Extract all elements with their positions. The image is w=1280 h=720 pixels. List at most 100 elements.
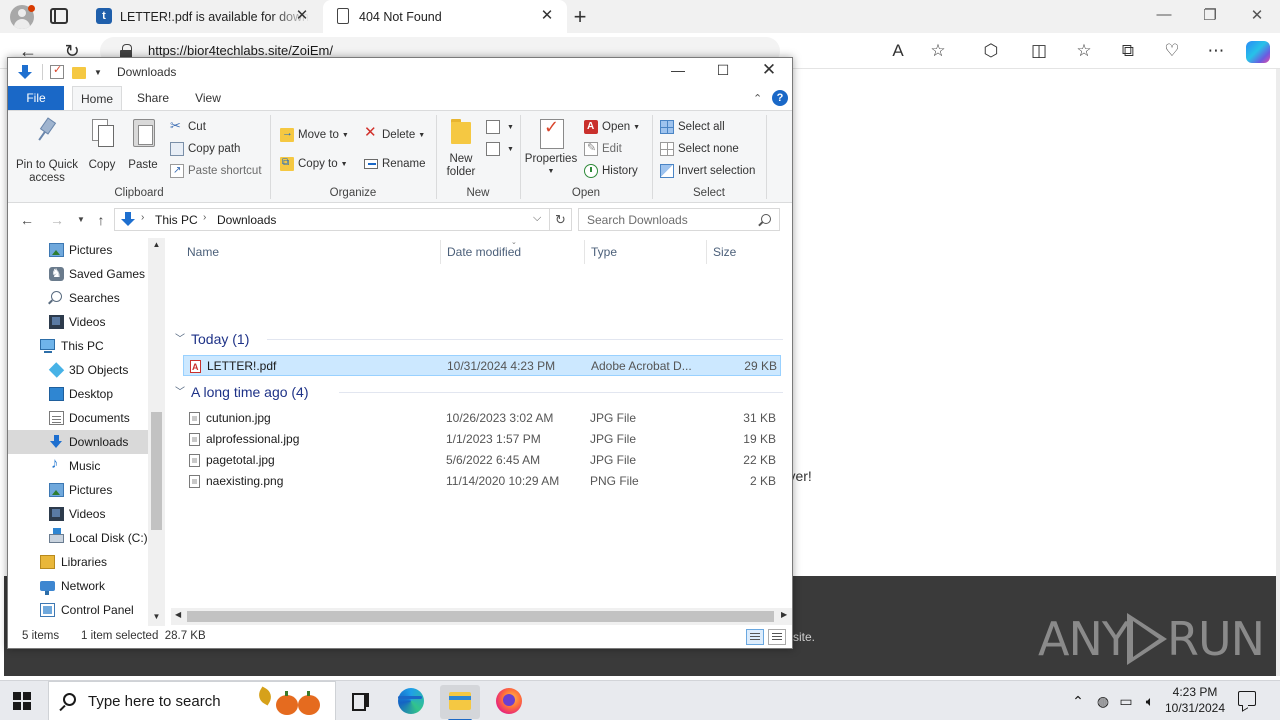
file-row[interactable]: pagetotal.jpg 5/6/2022 6:45 AM JPG File … (183, 450, 781, 471)
show-hidden-icons-icon[interactable]: ⌃ (1069, 692, 1087, 710)
rename-button[interactable]: Rename (364, 156, 425, 172)
nav-item-music[interactable]: Music (8, 452, 148, 478)
more-menu-icon[interactable]: ⋯ (1206, 42, 1226, 60)
collapse-ribbon-icon[interactable]: ⌃ (753, 92, 762, 105)
easy-access-button[interactable]: ▼ (486, 141, 514, 158)
favorites-icon[interactable]: ☆ (1074, 42, 1094, 60)
search-icon[interactable] (761, 214, 771, 224)
recent-locations-icon[interactable]: ▼ (72, 210, 90, 230)
nav-item-this-pc[interactable]: This PC (8, 334, 148, 358)
file-row[interactable]: alprofessional.jpg 1/1/2023 1:57 PM JPG … (183, 429, 781, 450)
history-button[interactable]: History (584, 163, 638, 179)
details-view-icon[interactable] (746, 629, 764, 645)
column-name[interactable]: Name (181, 240, 441, 264)
select-all-button[interactable]: Select all (660, 119, 725, 135)
task-view-icon[interactable] (340, 685, 380, 719)
read-aloud-icon[interactable]: A (888, 42, 908, 60)
nav-item-downloads[interactable]: Downloads (8, 430, 148, 454)
up-one-level-icon[interactable]: ↑ (92, 210, 110, 230)
column-size[interactable]: Size (707, 240, 783, 264)
windows-start-icon[interactable] (13, 692, 31, 710)
help-icon[interactable]: ? (772, 90, 788, 106)
lock-icon[interactable] (120, 44, 132, 58)
properties-quick-icon[interactable] (50, 63, 64, 79)
edge-browser-icon[interactable] (390, 685, 430, 719)
scroll-right-icon[interactable]: ▶ (781, 610, 787, 619)
scrollbar-thumb[interactable] (151, 412, 162, 530)
select-none-button[interactable]: Select none (660, 141, 739, 157)
column-type[interactable]: Type (585, 240, 707, 264)
url-text[interactable]: https://bior4techlabs.site/ZoiEm/ (148, 43, 333, 58)
search-highlight-pumpkin-icon[interactable] (255, 686, 332, 717)
clock[interactable]: 4:23 PM 10/31/2024 (1160, 684, 1230, 716)
split-screen-icon[interactable]: ◫ (1029, 42, 1049, 60)
new-folder-quick-icon[interactable] (72, 67, 86, 79)
customize-toolbar-icon[interactable]: ▼ (94, 68, 102, 77)
copy-path-button[interactable]: Copy path (170, 141, 240, 157)
firefox-icon[interactable] (488, 685, 528, 719)
nav-item-3d-objects[interactable]: 3D Objects (8, 358, 148, 382)
invert-selection-button[interactable]: Invert selection (660, 163, 755, 179)
file-row[interactable]: cutunion.jpg 10/26/2023 3:02 AM JPG File… (183, 408, 781, 429)
notifications-icon[interactable] (1238, 691, 1256, 706)
browser-minimize-icon[interactable]: — (1152, 6, 1176, 23)
column-date-modified[interactable]: Date modified (441, 240, 585, 264)
file-list-horizontal-scrollbar[interactable]: ◀ ▶ (171, 608, 792, 625)
network-status-icon[interactable]: ▭ (1117, 692, 1135, 710)
browser-tab-404[interactable]: 404 Not Found ✕ (323, 0, 567, 33)
nav-item-local-disk[interactable]: Local Disk (C:) (8, 526, 148, 550)
volume-icon[interactable]: 🔈︎ (1141, 692, 1159, 710)
tab-home[interactable]: Home (72, 86, 122, 110)
cut-button[interactable]: Cut (170, 118, 206, 135)
nav-item-documents[interactable]: Documents (8, 406, 148, 430)
nav-item-saved-games[interactable]: Saved Games (8, 261, 148, 286)
favorite-star-icon[interactable]: ☆ (928, 42, 948, 60)
scrollbar-thumb[interactable] (187, 611, 774, 622)
copy-to-button[interactable]: Copy to▼ (280, 155, 348, 173)
breadcrumb-separator-icon[interactable]: › (203, 212, 206, 223)
collapse-group-icon[interactable]: ﹀ (175, 329, 185, 351)
new-item-button[interactable]: ▼ (486, 119, 514, 136)
delete-button[interactable]: Delete▼ (364, 125, 425, 144)
browser-restore-icon[interactable]: ❐ (1198, 6, 1222, 24)
group-header-today[interactable]: ﹀ Today (1) (175, 328, 249, 350)
nav-item-desktop[interactable]: Desktop (8, 382, 148, 406)
navigation-pane-scrollbar[interactable]: ▲ ▼ (148, 238, 165, 626)
breadcrumb-separator-icon[interactable]: › (141, 212, 144, 223)
address-dropdown-icon[interactable]: ⌵ (533, 212, 541, 225)
open-button[interactable]: Open▼ (584, 119, 640, 136)
browser-essentials-icon[interactable]: ♡ (1162, 42, 1182, 60)
browser-tab-letter[interactable]: t LETTER!.pdf is available for download … (84, 0, 322, 33)
close-tab-icon[interactable]: ✕ (539, 8, 555, 24)
explorer-address-bar[interactable]: › This PC › Downloads ⌵ (114, 208, 550, 231)
tab-file[interactable]: File (8, 86, 64, 110)
nav-item-control-panel[interactable]: Control Panel (8, 598, 148, 622)
meet-now-icon[interactable]: ◍ (1094, 692, 1112, 710)
nav-item-pictures[interactable]: Pictures (8, 238, 148, 262)
file-row-letter-pdf[interactable]: LETTER!.pdf 10/31/2024 4:23 PM Adobe Acr… (183, 355, 781, 378)
scroll-left-icon[interactable]: ◀ (175, 610, 181, 619)
tab-actions-icon[interactable] (50, 8, 68, 24)
search-downloads-input[interactable]: Search Downloads (578, 208, 780, 231)
collections-icon[interactable]: ⧉ (1118, 42, 1138, 60)
group-header-long-ago[interactable]: ﹀ A long time ago (4) (175, 381, 309, 403)
nav-item-videos[interactable]: Videos (8, 310, 148, 334)
nav-item-libraries[interactable]: Libraries (8, 550, 148, 574)
nav-item-videos-pc[interactable]: Videos (8, 502, 148, 526)
explorer-close-icon[interactable]: ✕ (754, 60, 784, 80)
file-row[interactable]: naexisting.png 11/14/2020 10:29 AM PNG F… (183, 471, 781, 492)
move-to-button[interactable]: Move to▼ (280, 125, 349, 144)
extensions-icon[interactable]: ⬡ (981, 42, 1001, 60)
scroll-down-icon[interactable]: ▼ (148, 612, 165, 621)
breadcrumb-downloads[interactable]: Downloads (217, 213, 276, 227)
close-tab-icon[interactable]: ✕ (294, 8, 310, 24)
paste-shortcut-button[interactable]: Paste shortcut (170, 163, 262, 179)
explorer-refresh-icon[interactable]: ↻ (550, 208, 572, 231)
collapse-group-icon[interactable]: ﹀ (175, 382, 185, 404)
tab-share[interactable]: Share (128, 86, 178, 110)
file-explorer-icon[interactable] (440, 685, 480, 720)
nav-item-network[interactable]: Network (8, 574, 148, 598)
nav-item-searches[interactable]: Searches (8, 286, 148, 310)
explorer-minimize-icon[interactable]: — (663, 62, 693, 78)
explorer-forward-icon[interactable]: → (48, 210, 66, 230)
